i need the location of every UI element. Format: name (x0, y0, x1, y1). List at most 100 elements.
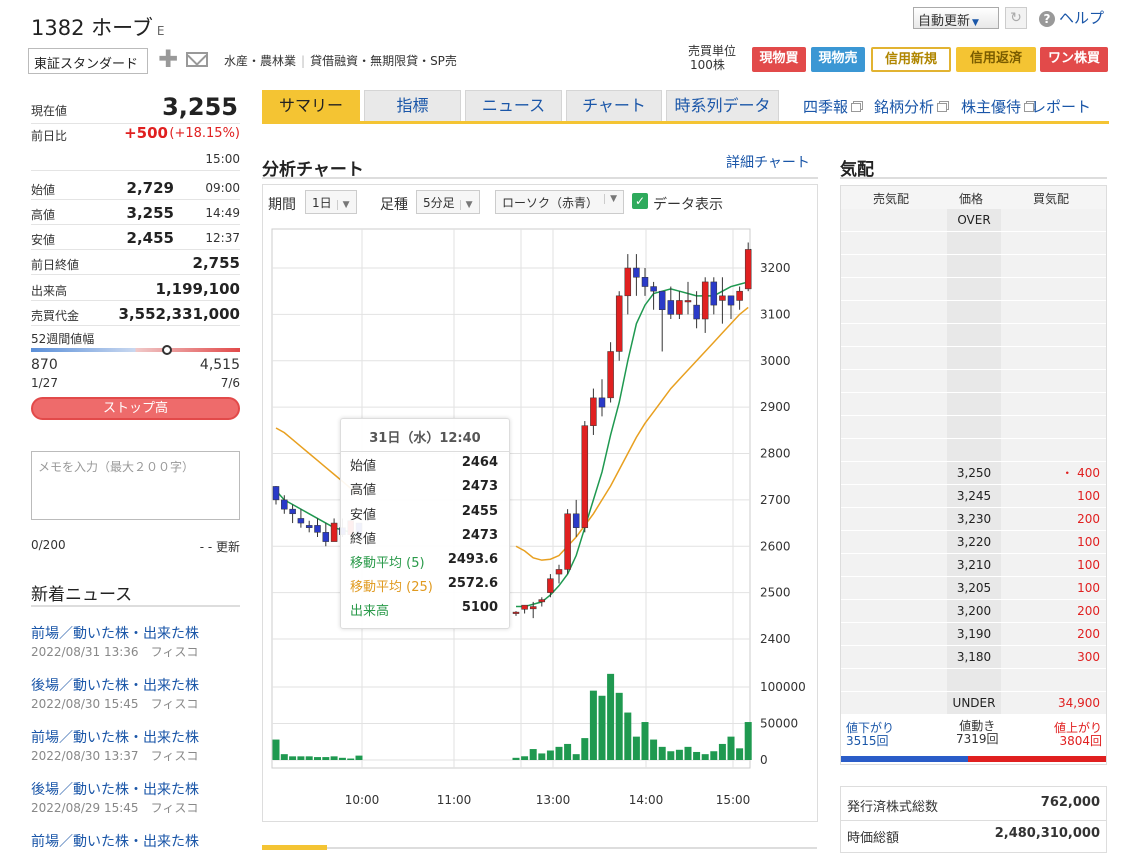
tab-news[interactable]: ニュース (465, 90, 562, 122)
news-item[interactable]: 前場／動いた株・出来た株 (31, 831, 240, 861)
news-item[interactable]: 後場／動いた株・出来た株 2022/08/30 15:45 フィスコ (31, 675, 240, 727)
link-shikiho[interactable]: 四季報 (803, 96, 862, 117)
news-item[interactable]: 前場／動いた株・出来た株 2022/08/30 13:37 フィスコ (31, 727, 240, 779)
book-bid-qty: 100 (1001, 554, 1106, 576)
book-bid-qty: ・ 400 (1001, 462, 1106, 484)
help-link[interactable]: ? ヘルプ (1039, 7, 1104, 28)
external-window-icon (851, 103, 862, 112)
candle-body (667, 300, 675, 315)
divider (840, 177, 1107, 179)
bar-type-select[interactable]: 5分足 ▼ (416, 190, 480, 214)
chevron-down-icon: ▼ (604, 194, 617, 204)
candle-body (607, 351, 614, 399)
book-bid-qty (1001, 347, 1106, 369)
period-label: 期間 (268, 197, 296, 213)
volume-bar (684, 746, 692, 760)
flat-ticks: 値動き 7319回 (956, 719, 999, 746)
time-tick-label: 13:00 (536, 793, 571, 807)
candle-body (538, 599, 546, 603)
market-select[interactable]: 東証スタンダード (28, 48, 148, 74)
volume-bar (632, 736, 640, 760)
candle-body (314, 525, 321, 533)
tab-indicators[interactable]: 指標 (364, 90, 461, 122)
book-price: 3,220 (947, 531, 1001, 553)
book-price (947, 393, 1001, 415)
tab-chart[interactable]: チャート (566, 90, 662, 122)
book-price (947, 278, 1001, 300)
time-tick-label: 11:00 (437, 793, 472, 807)
tab-underline (262, 121, 1109, 124)
book-price (947, 669, 1001, 691)
link-analysis[interactable]: 銘柄分析 (874, 96, 948, 117)
cash-sell-button[interactable]: 現物売 (811, 47, 865, 72)
volume-bar (675, 749, 683, 760)
book-bid-qty: 200 (1001, 600, 1106, 622)
range-label: 52週間値幅 (31, 332, 95, 346)
news-title: 新着ニュース (31, 585, 133, 605)
link-benefits[interactable]: 株主優待 (961, 96, 1035, 117)
volume-bar (650, 739, 658, 760)
book-row (841, 255, 1106, 278)
price-tick-label: 3000 (760, 354, 791, 368)
down-ticks: 値下がり 3515回 (846, 721, 895, 748)
book-row: 3,180 300 (841, 646, 1106, 669)
book-bid-qty: 200 (1001, 508, 1106, 530)
period-select[interactable]: 1日 ▼ (305, 190, 357, 214)
news-item[interactable]: 後場／動いた株・出来た株 2022/08/29 15:45 フィスコ (31, 779, 240, 831)
tab-timeseries[interactable]: 時系列データ (666, 90, 779, 122)
book-bid-qty (1001, 669, 1106, 691)
detail-chart-link[interactable]: 詳細チャート (726, 152, 810, 172)
candle-body (547, 578, 554, 593)
book-price: 3,180 (947, 646, 1001, 668)
memo-input[interactable]: メモを入力（最大２００字） (31, 451, 240, 520)
stock-info: 水産・農林業 | 貸借融資・無期限貸・SP売 (224, 54, 457, 68)
price-change-pct: (+18.15%) (169, 126, 240, 141)
candle-body (693, 304, 700, 320)
stop-high-badge: ストップ高 (31, 397, 240, 420)
show-data-checkbox[interactable]: ✓ (632, 193, 648, 209)
margin-new-button[interactable]: 信用新規 (871, 47, 951, 72)
chart-tooltip: 31日（水）12:40 始値 2464 高値 2473 安値 2455 終値 2473 … (340, 418, 510, 629)
candle-body (719, 295, 726, 301)
volume-bar (338, 757, 346, 760)
auto-update-select[interactable]: 自動更新 ▼ (913, 7, 999, 29)
volume-bar (693, 751, 701, 760)
candle-body (512, 611, 520, 614)
candle-body (590, 397, 597, 426)
price-tick-label: 2400 (760, 632, 791, 646)
volume-bar (546, 750, 554, 760)
divider (31, 605, 240, 607)
cash-buy-button[interactable]: 現物買 (752, 47, 806, 72)
book-row: 3,220 100 (841, 531, 1106, 554)
one-share-buy-button[interactable]: ワン株買 (1040, 47, 1108, 72)
candle-body (650, 286, 657, 292)
trade-unit: 売買単位 100株 (688, 44, 737, 72)
book-row (841, 347, 1106, 370)
book-row (841, 232, 1106, 255)
candle-body (555, 569, 563, 575)
book-bid-qty (1001, 324, 1106, 346)
tab-summary[interactable]: サマリー (262, 90, 360, 122)
refresh-icon[interactable]: ↻ (1005, 7, 1027, 29)
book-row (841, 370, 1106, 393)
book-price: 3,190 (947, 623, 1001, 645)
add-portfolio-icon[interactable]: ✚ (158, 45, 178, 73)
link-report[interactable]: レポート (1031, 96, 1091, 117)
candle-style-select[interactable]: ローソク（赤青） ▼ (495, 190, 624, 214)
mail-icon[interactable] (186, 52, 208, 67)
margin-repay-button[interactable]: 信用返済 (956, 47, 1036, 72)
book-bid-qty: 100 (1001, 577, 1106, 599)
volume-bar (658, 746, 666, 760)
book-row (841, 416, 1106, 439)
current-price: 3,255 (162, 93, 238, 121)
volume-row: 出来高 1,199,100 (31, 276, 240, 301)
book-bid-qty (1001, 370, 1106, 392)
price-row: 現在値 3,255 (31, 92, 240, 124)
time-tick-label: 15:00 (716, 793, 751, 807)
book-bid-qty (1001, 278, 1106, 300)
news-item[interactable]: 前場／動いた株・出来た株 2022/08/31 13:36 フィスコ (31, 623, 240, 675)
book-price: 3,230 (947, 508, 1001, 530)
book-bid-qty: 200 (1001, 623, 1106, 645)
candle-body (615, 295, 623, 352)
book-price (947, 324, 1001, 346)
